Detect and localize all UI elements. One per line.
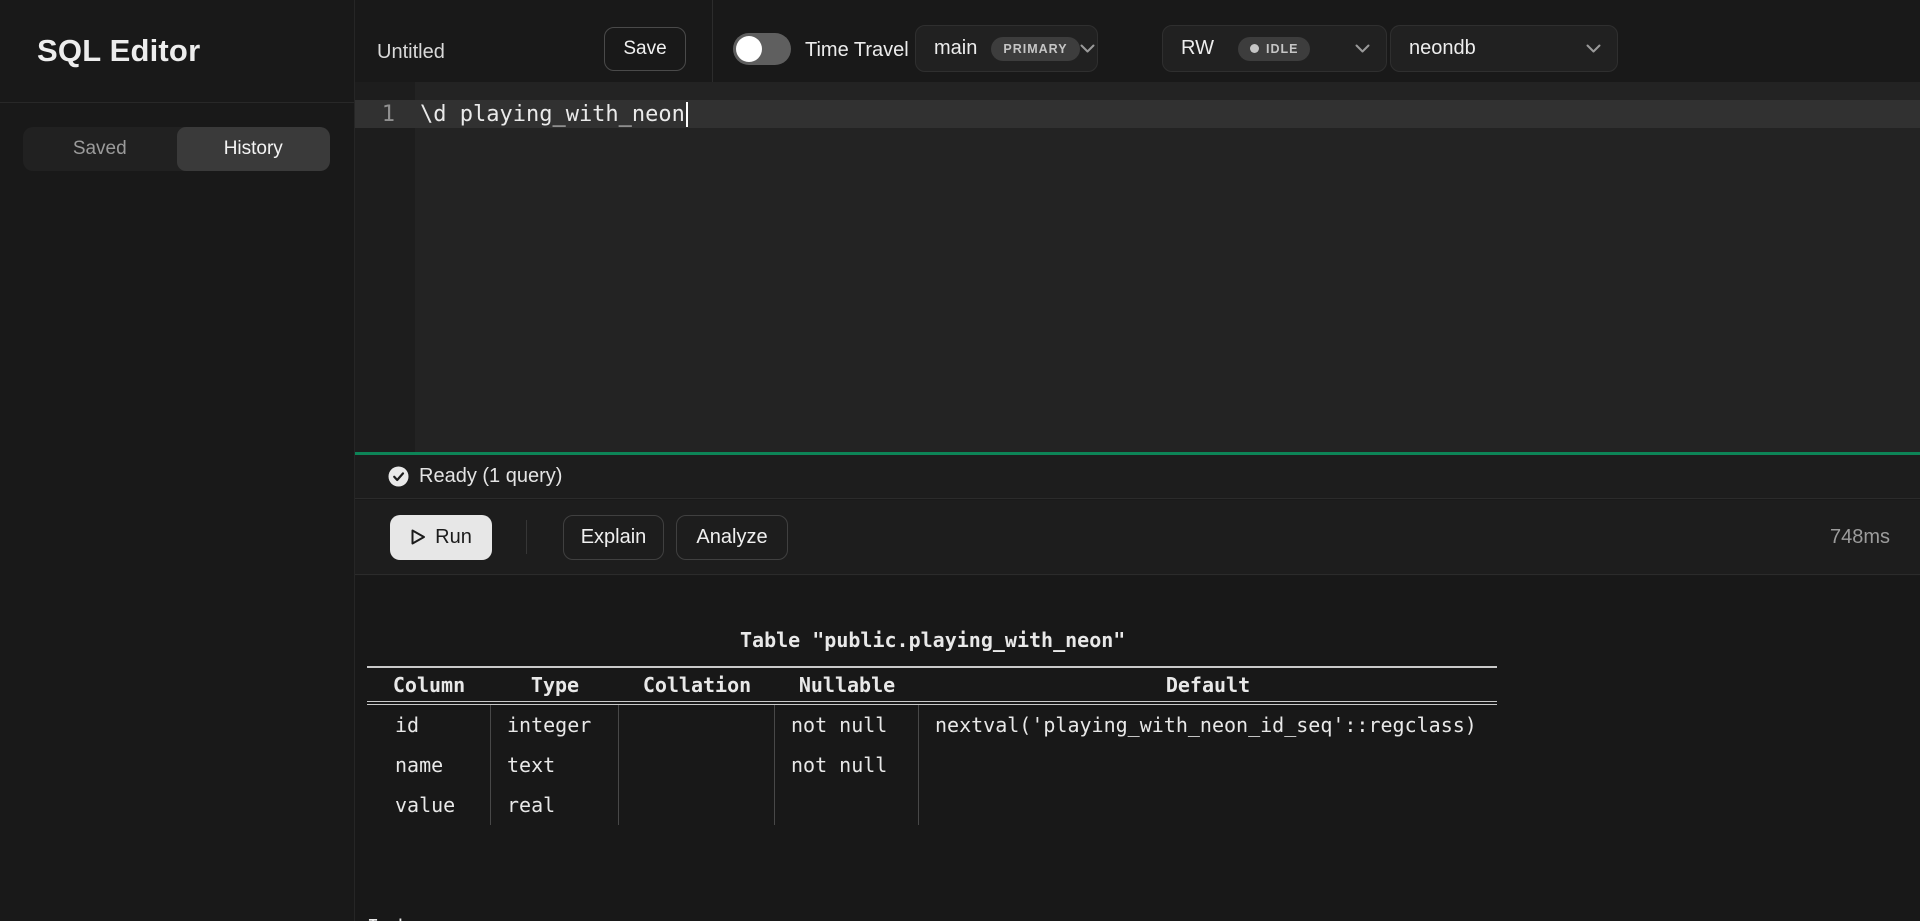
tab-saved[interactable]: Saved bbox=[23, 127, 177, 171]
status-bar: Ready (1 query) bbox=[355, 455, 1920, 499]
table-cell bbox=[619, 705, 775, 745]
indexes-label: Indexes: bbox=[367, 910, 993, 921]
branch-dropdown[interactable]: main PRIMARY bbox=[915, 25, 1098, 72]
query-duration: 748ms bbox=[1830, 526, 1890, 549]
results-panel: Table "public.playing_with_neon" Column … bbox=[355, 576, 1920, 921]
column-header: Type bbox=[491, 673, 619, 697]
branch-badge-label: PRIMARY bbox=[1003, 42, 1067, 56]
branch-value: main bbox=[934, 37, 977, 60]
active-code-line[interactable]: 1 \d playing_with_neon bbox=[355, 100, 1920, 128]
table-cell: integer bbox=[491, 705, 619, 745]
run-button-label: Run bbox=[435, 526, 472, 549]
explain-button[interactable]: Explain bbox=[563, 515, 664, 560]
database-value: neondb bbox=[1409, 37, 1476, 60]
table-cell: not null bbox=[775, 745, 919, 785]
time-travel-toggle[interactable] bbox=[733, 33, 791, 65]
text-cursor bbox=[686, 102, 688, 127]
table-row: name text not null bbox=[367, 745, 1497, 785]
table-cell bbox=[619, 785, 775, 825]
status-message: Ready (1 query) bbox=[419, 465, 562, 488]
save-button[interactable]: Save bbox=[604, 27, 686, 71]
result-table-title: Table "public.playing_with_neon" bbox=[740, 628, 1125, 652]
toggle-knob-icon bbox=[736, 36, 762, 62]
query-toolbar: Run Explain Analyze 748ms bbox=[355, 500, 1920, 575]
play-icon bbox=[410, 528, 426, 546]
table-cell: real bbox=[491, 785, 619, 825]
code-editor[interactable]: 1 \d playing_with_neon bbox=[355, 82, 1920, 452]
branch-badge: PRIMARY bbox=[991, 37, 1079, 61]
column-header: Column bbox=[367, 673, 491, 697]
table-cell bbox=[919, 745, 1497, 785]
sidebar-header: SQL Editor bbox=[0, 0, 354, 103]
table-cell: text bbox=[491, 745, 619, 785]
time-travel-label: Time Travel bbox=[805, 38, 909, 62]
table-cell: value bbox=[367, 785, 491, 825]
tab-history[interactable]: History bbox=[177, 127, 331, 171]
table-cell bbox=[919, 785, 1497, 825]
compute-dropdown[interactable]: RW IDLE bbox=[1162, 25, 1387, 72]
compute-status-badge: IDLE bbox=[1238, 37, 1310, 61]
compute-value: RW bbox=[1181, 37, 1214, 60]
line-number-gutter bbox=[355, 82, 415, 452]
column-header: Nullable bbox=[775, 673, 919, 697]
topbar-divider bbox=[712, 0, 713, 82]
table-cell: not null bbox=[775, 705, 919, 745]
run-button[interactable]: Run bbox=[390, 515, 492, 560]
result-indexes-block: Indexes: "playing_with_neon_pkey" PRIMAR… bbox=[367, 842, 993, 921]
table-cell: name bbox=[367, 745, 491, 785]
topbar: Untitled Save Time Travel main PRIMARY R… bbox=[355, 0, 1920, 82]
table-row: id integer not null nextval('playing_wit… bbox=[367, 705, 1497, 745]
table-cell: id bbox=[367, 705, 491, 745]
page-title: SQL Editor bbox=[37, 33, 200, 69]
compute-status-label: IDLE bbox=[1266, 42, 1298, 56]
column-header: Collation bbox=[619, 673, 775, 697]
status-dot-icon bbox=[1250, 44, 1259, 53]
chevron-down-icon bbox=[1355, 44, 1370, 53]
column-header: Default bbox=[919, 673, 1497, 697]
table-cell bbox=[775, 785, 919, 825]
code-text: \d playing_with_neon bbox=[415, 102, 685, 127]
chevron-down-icon bbox=[1586, 44, 1601, 53]
toolbar-separator bbox=[526, 520, 527, 554]
table-cell: nextval('playing_with_neon_id_seq'::regc… bbox=[919, 705, 1497, 745]
table-row: value real bbox=[367, 785, 1497, 825]
result-table-header-row: Column Type Collation Nullable Default bbox=[367, 666, 1497, 705]
check-circle-icon bbox=[388, 466, 409, 487]
query-title[interactable]: Untitled bbox=[377, 38, 445, 66]
line-number: 1 bbox=[355, 102, 415, 127]
result-table: Column Type Collation Nullable Default i… bbox=[367, 666, 1497, 825]
sql-editor-app: SQL Editor Saved History Untitled Save T… bbox=[0, 0, 1920, 921]
table-cell bbox=[619, 745, 775, 785]
tab-saved-label: Saved bbox=[73, 138, 127, 160]
sidebar: SQL Editor Saved History bbox=[0, 0, 355, 921]
tab-history-label: History bbox=[224, 138, 283, 160]
chevron-down-icon bbox=[1080, 44, 1095, 53]
database-dropdown[interactable]: neondb bbox=[1390, 25, 1618, 72]
analyze-button[interactable]: Analyze bbox=[676, 515, 788, 560]
saved-history-tabs: Saved History bbox=[23, 127, 330, 171]
